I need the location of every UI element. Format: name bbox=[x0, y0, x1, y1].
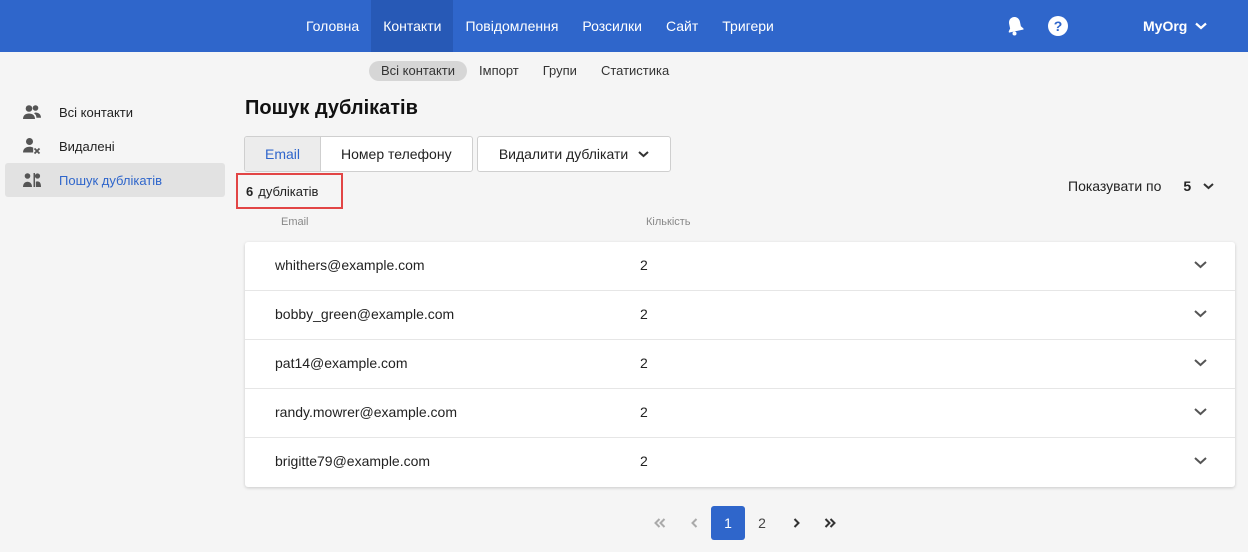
sidebar-item-all-contacts[interactable]: Всі контакти bbox=[5, 95, 225, 129]
chevron-down-icon[interactable] bbox=[1203, 182, 1214, 190]
chevron-down-icon[interactable] bbox=[1194, 310, 1207, 318]
org-menu[interactable]: MyOrg bbox=[1143, 0, 1208, 52]
row-email: whithers@example.com bbox=[275, 257, 425, 273]
chevron-down-icon bbox=[638, 150, 649, 157]
pagination: 1 2 bbox=[643, 506, 847, 540]
sidebar-label: Видалені bbox=[59, 138, 115, 154]
row-email: brigitte79@example.com bbox=[275, 453, 431, 469]
row-email: bobby_green@example.com bbox=[275, 306, 455, 322]
duplicate-count: 6 дублікатів bbox=[236, 173, 343, 209]
last-page-button[interactable] bbox=[813, 506, 847, 540]
double-chevron-right-icon bbox=[824, 518, 836, 528]
main-nav: Головна Контакти Повідомлення Розсилки С… bbox=[294, 0, 786, 52]
subnav-all-contacts[interactable]: Всі контакти bbox=[369, 61, 468, 81]
nav-home[interactable]: Головна bbox=[294, 0, 371, 52]
delete-duplicates-button[interactable]: Видалити дублікати bbox=[477, 136, 671, 172]
bell-icon[interactable] bbox=[1005, 0, 1025, 52]
first-page-button[interactable] bbox=[643, 506, 677, 540]
help-glyph: ? bbox=[1048, 16, 1068, 36]
nav-triggers[interactable]: Тригери bbox=[710, 0, 786, 52]
prev-page-button[interactable] bbox=[677, 506, 711, 540]
chevron-left-icon bbox=[690, 518, 697, 528]
top-navigation-bar: Головна Контакти Повідомлення Розсилки С… bbox=[0, 0, 1248, 52]
sidebar: Всі контакти Видалені Пошук дублікатів bbox=[5, 95, 225, 197]
page-1-button[interactable]: 1 bbox=[711, 506, 745, 540]
help-icon[interactable]: ? bbox=[1048, 0, 1068, 52]
table-row[interactable]: whithers@example.com 2 bbox=[245, 242, 1235, 291]
page-2-button[interactable]: 2 bbox=[745, 506, 779, 540]
sidebar-item-find-duplicates[interactable]: Пошук дублікатів bbox=[5, 163, 225, 197]
subnav-groups[interactable]: Групи bbox=[531, 61, 589, 81]
duplicates-table: whithers@example.com 2 bobby_green@examp… bbox=[245, 242, 1235, 487]
page-title: Пошук дублікатів bbox=[245, 97, 418, 119]
duplicate-count-label: дублікатів bbox=[258, 183, 319, 199]
row-count: 2 bbox=[640, 257, 648, 273]
nav-messages[interactable]: Повідомлення bbox=[453, 0, 570, 52]
contacts-subnav: Всі контакти Імпорт Групи Статистика bbox=[369, 60, 681, 82]
row-email: pat14@example.com bbox=[275, 355, 408, 371]
duplicate-count-number: 6 bbox=[246, 183, 254, 199]
chevron-down-icon[interactable] bbox=[1194, 359, 1207, 367]
nav-mailings[interactable]: Розсилки bbox=[570, 0, 654, 52]
subnav-import[interactable]: Імпорт bbox=[467, 61, 531, 81]
per-page-label: Показувати по bbox=[1068, 178, 1162, 194]
row-count: 2 bbox=[640, 306, 648, 322]
subnav-statistics[interactable]: Статистика bbox=[589, 61, 681, 81]
column-header-count: Кількість bbox=[646, 216, 691, 228]
sidebar-label: Всі контакти bbox=[59, 104, 134, 120]
user-duplicate-icon bbox=[23, 171, 41, 189]
per-page-selector: Показувати по 5 bbox=[1068, 178, 1214, 194]
row-count: 2 bbox=[640, 453, 648, 469]
column-header-email: Email bbox=[281, 216, 309, 228]
delete-duplicates-label: Видалити дублікати bbox=[498, 146, 629, 162]
user-remove-icon bbox=[23, 137, 41, 155]
sidebar-item-deleted[interactable]: Видалені bbox=[5, 129, 225, 163]
row-email: randy.mowrer@example.com bbox=[275, 404, 458, 420]
chevron-down-icon[interactable] bbox=[1194, 408, 1207, 416]
users-icon bbox=[23, 103, 41, 121]
nav-contacts[interactable]: Контакти bbox=[371, 0, 454, 52]
table-row[interactable]: randy.mowrer@example.com 2 bbox=[245, 389, 1235, 438]
chevron-down-icon[interactable] bbox=[1194, 261, 1207, 269]
sidebar-label: Пошук дублікатів bbox=[59, 172, 163, 188]
duplicate-type-toggle: Email Номер телефону bbox=[244, 136, 473, 172]
next-page-button[interactable] bbox=[779, 506, 813, 540]
chevron-down-icon bbox=[1195, 22, 1208, 30]
row-count: 2 bbox=[640, 404, 648, 420]
chevron-down-icon[interactable] bbox=[1194, 457, 1207, 465]
per-page-value[interactable]: 5 bbox=[1183, 178, 1191, 194]
table-row[interactable]: pat14@example.com 2 bbox=[245, 340, 1235, 389]
org-name: MyOrg bbox=[1143, 18, 1188, 34]
tab-email[interactable]: Email bbox=[245, 137, 322, 171]
chevron-right-icon bbox=[793, 518, 800, 528]
row-count: 2 bbox=[640, 355, 648, 371]
table-row[interactable]: bobby_green@example.com 2 bbox=[245, 291, 1235, 340]
nav-site[interactable]: Сайт bbox=[654, 0, 710, 52]
double-chevron-left-icon bbox=[654, 518, 666, 528]
table-row[interactable]: brigitte79@example.com 2 bbox=[245, 438, 1235, 487]
tab-phone[interactable]: Номер телефону bbox=[321, 137, 472, 171]
